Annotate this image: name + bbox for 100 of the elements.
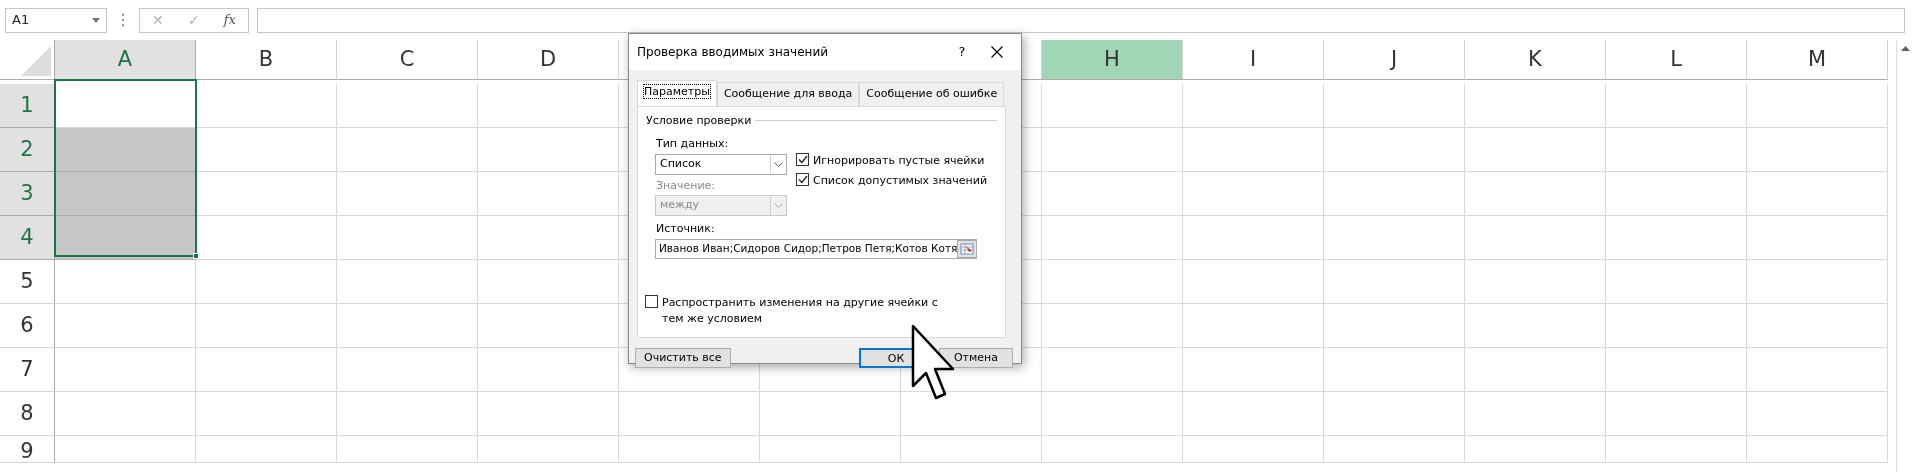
grid-cell[interactable] [1042,304,1183,348]
grid-cell[interactable] [55,260,196,304]
close-icon[interactable] [991,46,1003,58]
grid-cell[interactable] [337,172,478,216]
dropdown-icon[interactable] [92,17,100,23]
grid-cell[interactable] [196,172,337,216]
help-button[interactable]: ? [947,42,977,62]
vertical-scrollbar[interactable] [1896,40,1913,472]
column-header[interactable]: B [196,40,337,80]
grid-cell[interactable] [478,304,619,348]
dialog-button[interactable]: Отмена [939,347,1013,368]
grid-cell[interactable] [1465,172,1606,216]
grid-cell[interactable] [337,260,478,304]
grid-cell[interactable] [1183,128,1324,172]
grid-cell[interactable] [1606,348,1747,392]
grid-cell[interactable] [1747,392,1888,436]
grid-cell[interactable] [337,348,478,392]
grid-cell[interactable] [1183,172,1324,216]
row-header[interactable]: 6 [0,304,55,348]
column-header[interactable]: L [1606,40,1747,80]
fill-handle[interactable] [193,253,199,259]
grid-cell[interactable] [1183,436,1324,463]
selected-cell[interactable] [55,128,196,172]
grid-cell[interactable] [478,172,619,216]
grid-cell[interactable] [1747,216,1888,260]
grid-cell[interactable] [337,84,478,128]
grid-cell[interactable] [1747,436,1888,463]
grid-cell[interactable] [1183,348,1324,392]
grid-cell[interactable] [1183,304,1324,348]
grid-cell[interactable] [1183,216,1324,260]
grid-cell[interactable] [1465,216,1606,260]
grid-cell[interactable] [1606,436,1747,463]
grid-cell[interactable] [1042,216,1183,260]
row-header[interactable]: 2 [0,128,55,172]
tab[interactable]: Сообщение для ввода [716,82,860,106]
grid-cell[interactable] [901,436,1042,463]
grid-cell[interactable] [55,304,196,348]
dropdown[interactable]: Список [655,153,787,175]
grid-cell[interactable] [196,436,337,463]
selected-cell[interactable] [55,216,196,260]
row-header[interactable]: 5 [0,260,55,304]
select-all-icon[interactable] [21,46,51,76]
grid-cell[interactable] [1747,260,1888,304]
column-header[interactable]: H [1042,40,1183,80]
grid-cell[interactable] [1042,128,1183,172]
checkbox[interactable] [796,153,809,166]
grid-cell[interactable] [1747,128,1888,172]
grid-cell[interactable] [55,436,196,463]
row-header[interactable]: 3 [0,172,55,216]
grid-cell[interactable] [1747,172,1888,216]
grid-cell[interactable] [760,392,901,436]
grid-cell[interactable] [1465,304,1606,348]
grid-cell[interactable] [1324,216,1465,260]
grid-cell[interactable] [1465,348,1606,392]
grid-cell[interactable] [1324,260,1465,304]
grid-cell[interactable] [1324,348,1465,392]
column-header[interactable]: M [1747,40,1888,80]
column-header[interactable]: K [1465,40,1606,80]
grid-cell[interactable] [337,128,478,172]
grid-cell[interactable] [478,392,619,436]
grid-cell[interactable] [1606,84,1747,128]
name-box[interactable]: A1 [5,7,107,33]
grid-cell[interactable] [478,216,619,260]
grid-cell[interactable] [1606,260,1747,304]
grid-cell[interactable] [1042,260,1183,304]
grid-cell[interactable] [1747,304,1888,348]
source-field[interactable]: Иванов Иван;Сидоров Сидор;Петров Петя;Котов Котя [655,238,977,259]
grid-cell[interactable] [1324,304,1465,348]
grid-cell[interactable] [196,392,337,436]
formula-field[interactable] [257,7,1905,33]
grid-cell[interactable] [478,436,619,463]
row-header[interactable]: 4 [0,216,55,260]
row-header[interactable]: 8 [0,392,55,436]
grid-cell[interactable] [478,260,619,304]
column-header[interactable]: C [337,40,478,80]
grid-cell[interactable] [619,436,760,463]
grid-cell[interactable] [1042,392,1183,436]
grid-cell[interactable] [1042,436,1183,463]
grid-cell[interactable] [196,260,337,304]
grid-cell[interactable] [1465,392,1606,436]
grid-cell[interactable] [1606,128,1747,172]
grid-cell[interactable] [1465,260,1606,304]
grid-cell[interactable] [196,304,337,348]
grid-cell[interactable] [1324,84,1465,128]
grid-cell[interactable] [337,392,478,436]
grid-cell[interactable] [1606,304,1747,348]
column-header[interactable]: I [1183,40,1324,80]
grid-cell[interactable] [760,436,901,463]
grid-cell[interactable] [1465,128,1606,172]
column-header[interactable]: D [478,40,619,80]
selected-cell[interactable] [55,172,196,216]
more-button[interactable]: ⋮ [115,8,131,32]
tab[interactable]: Сообщение об ошибке [859,82,1005,106]
grid-cell[interactable] [1747,348,1888,392]
grid-cell[interactable] [478,128,619,172]
grid-cell[interactable] [1042,84,1183,128]
grid-cell[interactable] [1747,84,1888,128]
grid-cell[interactable] [1042,348,1183,392]
grid-cell[interactable] [337,304,478,348]
grid-cell[interactable] [1324,128,1465,172]
